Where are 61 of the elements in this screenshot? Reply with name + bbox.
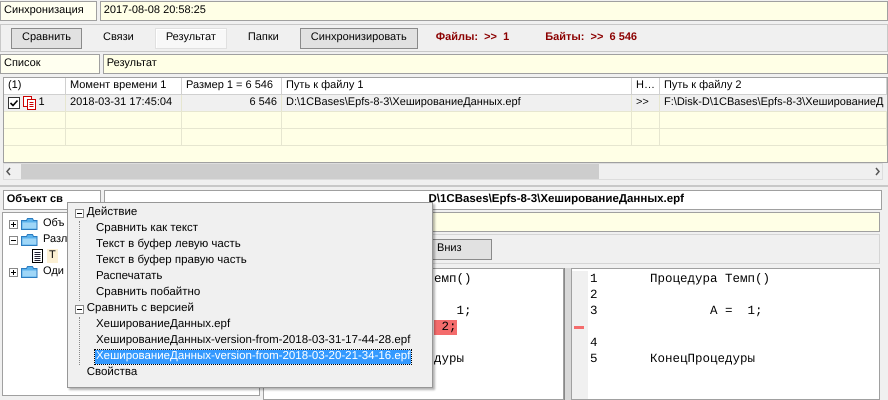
- menu-item[interactable]: Сравнить побайтно: [95, 286, 202, 300]
- expand-icon[interactable]: [9, 268, 18, 276]
- collapse-icon[interactable]: [75, 304, 84, 314]
- line-number: 3: [590, 304, 598, 318]
- expand-icon[interactable]: [9, 220, 18, 228]
- scroll-left-icon: [4, 165, 13, 178]
- table-cell: [4, 129, 66, 146]
- menu-item[interactable]: ХешированиеДанных-version-from-2018-03-31-17-44-28.epf: [95, 334, 412, 348]
- date-field[interactable]: 2017-08-08 20:58:25: [100, 1, 888, 21]
- folder-icon: [21, 265, 38, 279]
- diff-marker: [572, 326, 584, 328]
- document-icon: [31, 249, 44, 263]
- menu-item[interactable]: ХешированиеДанных.epf: [95, 318, 232, 332]
- line-number: 2: [590, 288, 598, 302]
- tree-item[interactable]: Т: [47, 249, 58, 263]
- code-line: КонецПроцедуры: [650, 352, 756, 366]
- menu-item[interactable]: Распечатать: [95, 270, 164, 284]
- menu-item[interactable]: Свойства: [86, 366, 138, 380]
- line-number: 1: [590, 272, 598, 286]
- scroll-thumb[interactable]: [21, 164, 599, 179]
- table-cell: 1: [38, 96, 45, 110]
- tree-item[interactable]: Оди: [41, 265, 66, 279]
- line-number: 5: [590, 352, 598, 366]
- table-cell: F:\Disk-D\1CBases\Epfs-8-3\ХешированиеД: [660, 95, 887, 112]
- tab[interactable]: Папки: [236, 28, 290, 48]
- horizontal-scrollbar[interactable]: [3, 163, 883, 180]
- menu-item[interactable]: Сравнить с версией: [86, 302, 194, 316]
- menu-item[interactable]: Сравнить как текст: [95, 222, 200, 236]
- stat-text: Файлы: >> 1: [436, 31, 510, 45]
- table-cell: 2018-03-31 17:45:04: [66, 95, 182, 112]
- scroll-right-icon: [873, 165, 882, 178]
- folder-icon: [21, 233, 38, 247]
- tree-item[interactable]: Разл: [41, 233, 70, 247]
- folder-icon: [21, 217, 38, 231]
- stat-text: Байты: >> 6 546: [545, 31, 638, 45]
- checkbox[interactable]: [8, 97, 20, 109]
- button[interactable]: Сравнить: [11, 28, 82, 48]
- code-line: дуры: [434, 352, 464, 366]
- down-button[interactable]: Вниз: [432, 238, 492, 260]
- code-line: 1;: [456, 304, 472, 318]
- menu-item[interactable]: Текст в буфер правую часть: [95, 254, 248, 268]
- header-label: Синхронизация: [0, 1, 97, 21]
- table-cell: D:\1CBases\Epfs-8-3\ХешированиеДанных.epf: [282, 95, 632, 112]
- collapse-icon[interactable]: [9, 236, 18, 244]
- menu-item[interactable]: Текст в буфер левую часть: [95, 238, 242, 252]
- collapse-icon[interactable]: [75, 208, 84, 218]
- table-cell: 6 546: [182, 95, 282, 112]
- line-number: 4: [590, 336, 598, 350]
- code-line: емп(): [434, 272, 472, 286]
- table-cell: >>: [632, 95, 660, 112]
- tree-item[interactable]: Объ: [41, 217, 66, 231]
- code-line: A = 1;: [709, 304, 763, 318]
- tab[interactable]: Связи: [92, 28, 145, 48]
- list-field[interactable]: Результат: [102, 54, 888, 74]
- table-cell: [632, 112, 660, 129]
- list-label: Список: [0, 54, 100, 74]
- code-line: Процедура Темп(): [650, 272, 770, 286]
- button[interactable]: Синхронизировать: [300, 28, 418, 48]
- table-cell: [632, 129, 660, 146]
- documents-icon: [22, 96, 36, 110]
- tab[interactable]: Результат: [154, 28, 227, 48]
